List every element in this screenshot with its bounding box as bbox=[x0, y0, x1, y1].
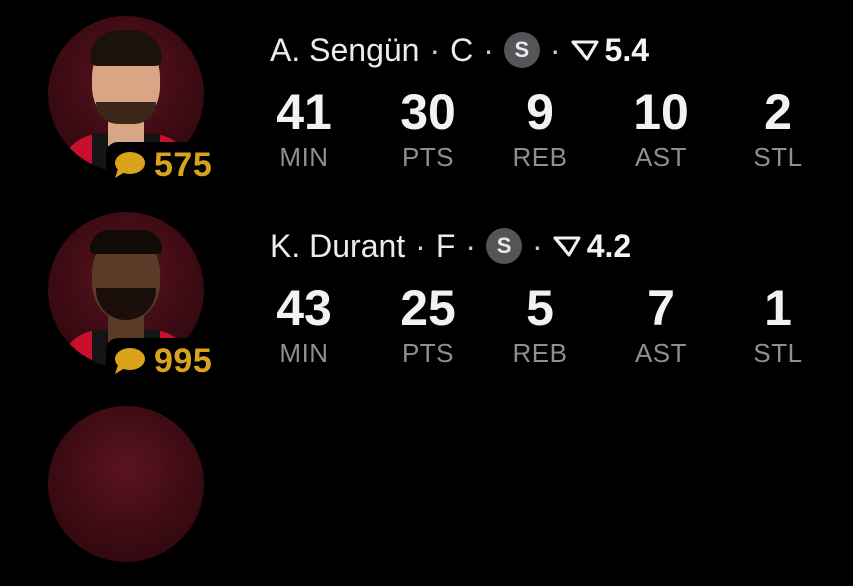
triangle-filter-icon bbox=[571, 32, 599, 69]
comment-count: 575 bbox=[154, 145, 213, 184]
stat-value: 7 bbox=[647, 280, 675, 336]
player-row-partial[interactable] bbox=[0, 396, 853, 586]
projection-value: 5.4 bbox=[604, 31, 650, 68]
separator: · bbox=[549, 31, 561, 68]
stat-stl: 2 STL bbox=[744, 86, 812, 173]
separator: · bbox=[415, 227, 426, 264]
stat-label: PTS bbox=[401, 338, 455, 368]
stat-pts: 25 PTS bbox=[388, 282, 468, 369]
stat-label: MIN bbox=[279, 142, 329, 172]
separator: · bbox=[465, 227, 477, 264]
starter-badge: S bbox=[503, 32, 540, 68]
player-avatar[interactable] bbox=[48, 406, 204, 562]
stat-value: 25 bbox=[400, 280, 456, 336]
stat-ast: 7 AST bbox=[620, 282, 702, 369]
stat-value: 2 bbox=[764, 84, 792, 140]
stat-value: 9 bbox=[526, 84, 554, 140]
stat-min: 43 MIN bbox=[266, 282, 342, 369]
stat-label: REB bbox=[512, 338, 568, 368]
beard-graphic bbox=[96, 102, 156, 124]
separator: · bbox=[429, 31, 441, 68]
comments-button[interactable]: 995 bbox=[106, 338, 221, 384]
beard-graphic bbox=[96, 288, 156, 320]
player-position: C bbox=[450, 31, 474, 68]
stat-value: 1 bbox=[764, 280, 792, 336]
speech-bubble-icon bbox=[112, 151, 146, 179]
separator: · bbox=[532, 227, 543, 264]
comments-button[interactable]: 575 bbox=[106, 142, 221, 188]
stat-reb: 9 REB bbox=[504, 86, 576, 173]
stat-pts: 30 PTS bbox=[388, 86, 468, 173]
stat-min: 41 MIN bbox=[266, 86, 342, 173]
stat-reb: 5 REB bbox=[504, 282, 576, 369]
player-name[interactable]: K. Durant bbox=[270, 228, 405, 265]
stat-value: 30 bbox=[400, 84, 456, 140]
stat-label: AST bbox=[634, 338, 688, 368]
player-row[interactable]: 575 A. Sengün · C · S · 5.4 41 MIN 30 PT… bbox=[0, 0, 853, 190]
stat-label: MIN bbox=[279, 338, 329, 368]
stat-label: STL bbox=[753, 142, 803, 172]
stat-label: REB bbox=[512, 142, 568, 172]
stat-value: 5 bbox=[526, 280, 554, 336]
hair-graphic bbox=[90, 230, 162, 254]
player-info-line: K. Durant · F · S · 4.2 bbox=[270, 226, 631, 266]
starter-badge: S bbox=[486, 228, 523, 264]
projection-value: 4.2 bbox=[586, 227, 632, 264]
separator: · bbox=[483, 31, 494, 68]
stat-label: AST bbox=[634, 142, 688, 172]
speech-bubble-icon bbox=[112, 347, 146, 375]
stat-label: PTS bbox=[401, 142, 455, 172]
stat-stl: 1 STL bbox=[744, 282, 812, 369]
player-name[interactable]: A. Sengün bbox=[270, 32, 419, 69]
stat-value: 41 bbox=[276, 84, 332, 140]
player-info-line: A. Sengün · C · S · 5.4 bbox=[270, 30, 649, 70]
stat-value: 43 bbox=[276, 280, 332, 336]
stat-label: STL bbox=[753, 338, 803, 368]
stat-ast: 10 AST bbox=[620, 86, 702, 173]
hair-graphic bbox=[90, 30, 162, 66]
stat-value: 10 bbox=[633, 84, 689, 140]
comment-count: 995 bbox=[154, 341, 213, 380]
triangle-filter-icon bbox=[553, 228, 581, 265]
player-row[interactable]: 995 K. Durant · F · S · 4.2 43 MIN 25 PT… bbox=[0, 196, 853, 386]
player-position: F bbox=[435, 227, 456, 264]
